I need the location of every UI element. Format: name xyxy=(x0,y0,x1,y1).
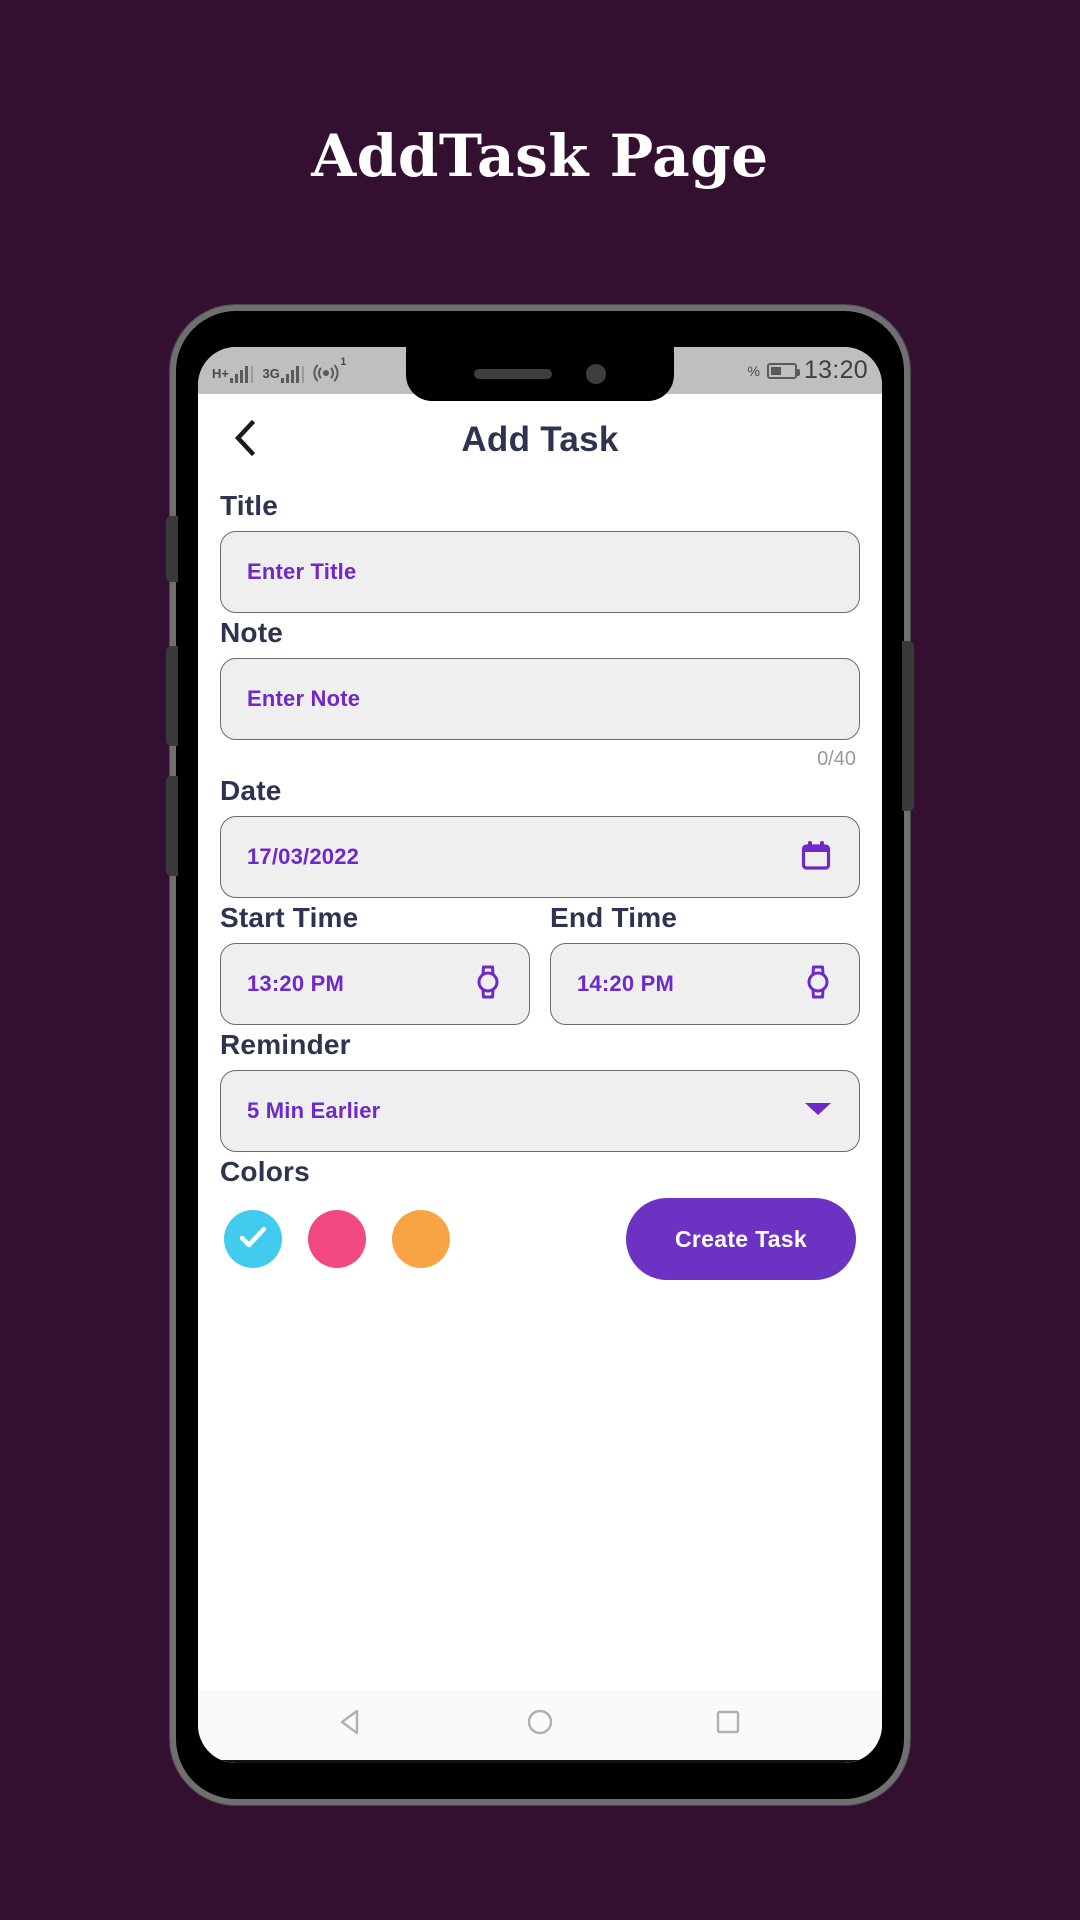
page-title: AddTask Page xyxy=(311,122,769,190)
network-type-label-1: H+ xyxy=(212,365,229,381)
app-content: Add Task Title Enter Title Note Enter No… xyxy=(198,394,882,1280)
android-nav-bar xyxy=(198,1689,882,1763)
field-reminder-label: Reminder xyxy=(220,1029,351,1060)
reminder-value: 5 Min Earlier xyxy=(247,1098,381,1123)
phone-side-button-volume-down[interactable] xyxy=(166,776,178,876)
phone-screen: H+ 3G 1 % 13:20 Add Task Title Enter Tit… xyxy=(198,347,882,1763)
signal-bars-icon-1 xyxy=(229,365,249,383)
phone-mockup: H+ 3G 1 % 13:20 Add Task Title Enter Tit… xyxy=(166,305,914,1805)
field-colors-label: Colors xyxy=(220,1156,310,1187)
field-time-row: Start Time 13:20 PM End Time 14:20 PM xyxy=(216,902,864,1025)
status-bar-right: % 13:20 xyxy=(747,356,868,385)
network-indicator-1: H+ xyxy=(212,365,254,383)
field-end-time: End Time 14:20 PM xyxy=(550,902,860,1025)
hotspot-badge: 1 xyxy=(340,355,347,368)
start-time-input[interactable]: 13:20 PM xyxy=(220,943,530,1025)
color-swatch-pink[interactable] xyxy=(308,1210,366,1268)
phone-notch xyxy=(406,347,674,401)
phone-body: H+ 3G 1 % 13:20 Add Task Title Enter Tit… xyxy=(166,311,914,1799)
app-bar: Add Task xyxy=(216,394,864,486)
field-start-time-label: Start Time xyxy=(220,902,359,933)
title-input-placeholder: Enter Title xyxy=(247,559,357,584)
earpiece-speaker xyxy=(474,369,552,379)
reminder-dropdown[interactable]: 5 Min Earlier xyxy=(220,1070,860,1152)
front-camera xyxy=(586,364,606,384)
field-title: Title Enter Title xyxy=(216,490,864,613)
watch-icon[interactable] xyxy=(473,964,503,1005)
field-start-time: Start Time 13:20 PM xyxy=(220,902,530,1025)
network-type-label-2: 3G xyxy=(262,365,280,381)
chevron-left-icon xyxy=(230,419,260,462)
create-task-button[interactable]: Create Task xyxy=(626,1198,856,1280)
colors-row: Create Task xyxy=(220,1198,860,1280)
field-date: Date 17/03/2022 xyxy=(216,775,864,898)
status-bar: H+ 3G 1 % 13:20 xyxy=(198,347,882,401)
title-input[interactable]: Enter Title xyxy=(220,531,860,613)
triangle-back-icon xyxy=(336,1706,368,1743)
field-colors: Colors Create Task xyxy=(216,1156,864,1280)
nav-recents-button[interactable] xyxy=(712,1706,744,1743)
note-input[interactable]: Enter Note xyxy=(220,658,860,740)
circle-home-icon xyxy=(524,1706,556,1743)
hotspot-icon: 1 xyxy=(313,356,346,383)
battery-percent-glyph: % xyxy=(747,362,760,379)
watch-icon[interactable] xyxy=(803,964,833,1005)
calendar-icon[interactable] xyxy=(799,838,833,877)
field-note-label: Note xyxy=(220,617,284,648)
date-input[interactable]: 17/03/2022 xyxy=(220,816,860,898)
field-date-label: Date xyxy=(220,775,282,806)
signal-bars-icon-2 xyxy=(280,365,300,383)
start-time-value: 13:20 PM xyxy=(247,971,344,996)
note-input-placeholder: Enter Note xyxy=(247,686,361,711)
check-icon xyxy=(238,1225,268,1254)
end-time-value: 14:20 PM xyxy=(577,971,674,996)
battery-icon xyxy=(766,362,800,379)
note-character-counter: 0/40 xyxy=(817,748,856,770)
chevron-down-icon[interactable] xyxy=(803,1100,833,1123)
phone-side-button-power[interactable] xyxy=(902,641,914,811)
status-bar-clock: 13:20 xyxy=(803,356,868,384)
page-heading: Add Task xyxy=(461,420,619,459)
nav-back-button[interactable] xyxy=(336,1706,368,1743)
status-bar-left: H+ 3G 1 xyxy=(212,356,346,383)
nav-home-button[interactable] xyxy=(524,1706,556,1743)
phone-side-button-volume-up[interactable] xyxy=(166,646,178,746)
color-swatch-orange[interactable] xyxy=(392,1210,450,1268)
field-note: Note Enter Note 0/40 xyxy=(216,617,864,771)
end-time-input[interactable]: 14:20 PM xyxy=(550,943,860,1025)
square-recents-icon xyxy=(712,1706,744,1743)
field-reminder: Reminder 5 Min Earlier xyxy=(216,1029,864,1152)
field-title-label: Title xyxy=(220,490,279,521)
network-indicator-2: 3G xyxy=(262,365,305,383)
signal-divider-1 xyxy=(251,365,254,383)
signal-divider-2 xyxy=(302,365,305,383)
color-swatch-blue[interactable] xyxy=(224,1210,282,1268)
phone-side-button-mute[interactable] xyxy=(166,516,178,582)
back-button[interactable] xyxy=(222,417,268,463)
field-end-time-label: End Time xyxy=(550,902,678,933)
date-value: 17/03/2022 xyxy=(247,844,360,869)
